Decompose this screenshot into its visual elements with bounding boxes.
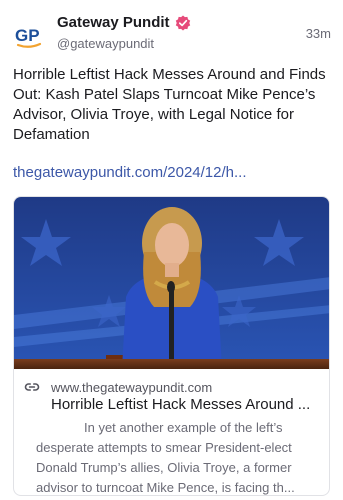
post-link[interactable]: thegatewaypundit.com/2024/12/h...	[13, 164, 331, 181]
post-header: GP Gateway Pundit @gatewaypundit 33m	[12, 12, 331, 56]
avatar[interactable]: GP	[12, 18, 46, 52]
card-body: www.thegatewaypundit.com Horrible Leftis…	[14, 369, 329, 495]
link-icon	[24, 379, 40, 395]
post-body-text: Horrible Leftist Hack Messes Around and …	[13, 66, 326, 143]
author-handle[interactable]: @gatewaypundit	[57, 36, 154, 51]
verified-badge-icon	[175, 15, 191, 31]
card-thumbnail-image	[14, 197, 329, 369]
link-preview-card[interactable]: www.thegatewaypundit.com Horrible Leftis…	[13, 196, 330, 496]
card-title[interactable]: Horrible Leftist Hack Messes Around ...	[51, 396, 321, 413]
author-display-name[interactable]: Gateway Pundit	[57, 14, 170, 31]
avatar-logo-text: GP	[15, 26, 40, 45]
card-description-text: In yet another example of the left’s des…	[36, 420, 295, 495]
author-name-row[interactable]: Gateway Pundit	[57, 14, 191, 31]
post-timestamp[interactable]: 33m	[306, 26, 331, 41]
card-description: In yet another example of the left’s des…	[36, 418, 319, 495]
card-domain: www.thegatewaypundit.com	[51, 380, 213, 395]
